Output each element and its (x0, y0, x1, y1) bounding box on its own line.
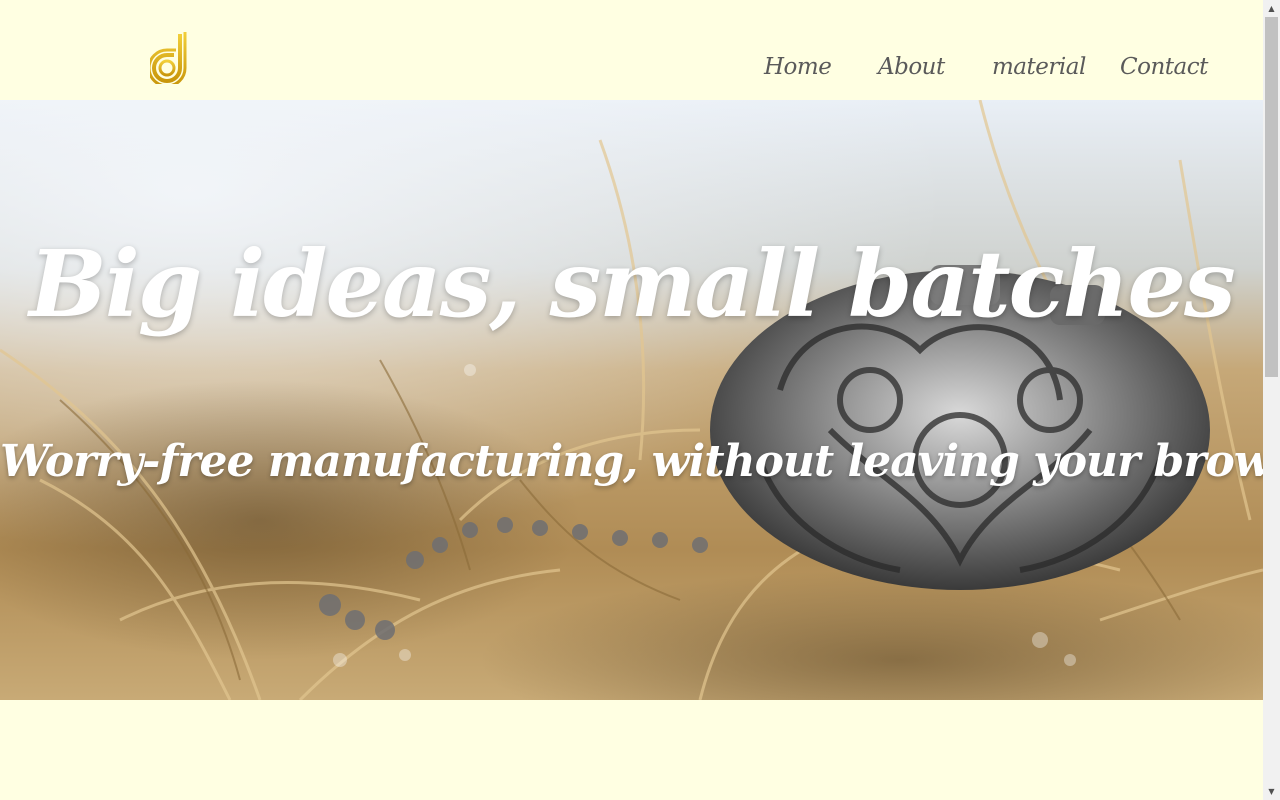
nav-about-link[interactable]: About (878, 54, 945, 80)
site-header: Home About material Contact (0, 0, 1263, 100)
nav-home-link[interactable]: Home (764, 54, 832, 80)
hero-subtitle: Worry-free manufacturing, without leavin… (0, 436, 1263, 487)
scroll-down-arrow-icon[interactable]: ▼ (1263, 783, 1280, 800)
nav-contact-link[interactable]: Contact (1120, 54, 1208, 80)
hero-banner: Big ideas, small batches Worry-free manu… (0, 100, 1263, 700)
nav-material-link[interactable]: material (992, 54, 1086, 80)
scrollbar-thumb[interactable] (1265, 17, 1278, 377)
hero-title: Big ideas, small batches (29, 230, 1236, 338)
scroll-up-arrow-icon[interactable]: ▲ (1263, 0, 1280, 17)
hero-background-image (0, 100, 1263, 700)
main-nav: Home About material Contact (0, 54, 1263, 94)
page: Home About material Contact Big ideas, s… (0, 0, 1263, 800)
vertical-scrollbar[interactable]: ▲ ▼ (1263, 0, 1280, 800)
